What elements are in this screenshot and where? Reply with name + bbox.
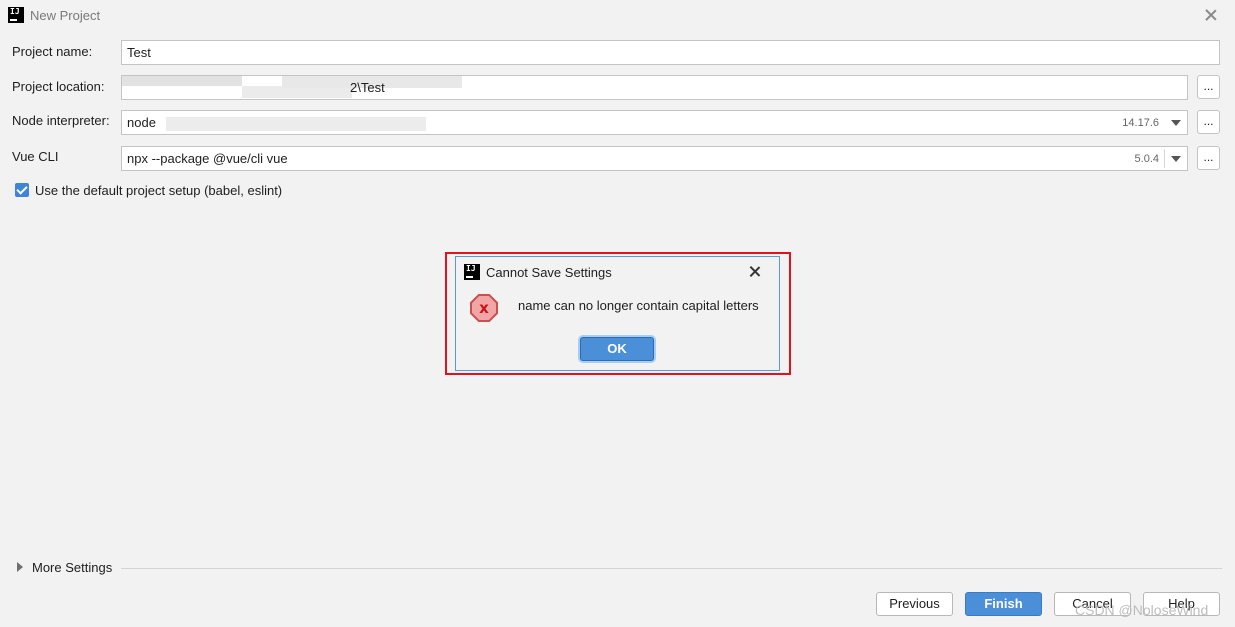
- project-location-browse-button[interactable]: ...: [1197, 75, 1220, 99]
- default-setup-checkbox[interactable]: [15, 183, 29, 197]
- divider: [121, 568, 1222, 569]
- expand-arrow-icon[interactable]: [17, 562, 23, 572]
- watermark: CSDN @NoloseWind: [1075, 602, 1209, 618]
- node-interpreter-browse-button[interactable]: ...: [1197, 110, 1220, 134]
- previous-button[interactable]: Previous: [876, 592, 953, 616]
- error-icon: x: [470, 294, 498, 322]
- chevron-down-icon[interactable]: [1165, 147, 1187, 170]
- ok-button[interactable]: OK: [580, 337, 654, 361]
- node-interpreter-value: node: [127, 115, 156, 130]
- dialog-message: name can no longer contain capital lette…: [518, 298, 759, 313]
- node-version: 14.17.6: [1122, 117, 1159, 129]
- project-name-label: Project name:: [12, 44, 93, 59]
- default-setup-label[interactable]: Use the default project setup (babel, es…: [35, 183, 282, 198]
- vue-cli-version: 5.0.4: [1134, 153, 1159, 165]
- dialog-close-icon[interactable]: [747, 264, 763, 280]
- window-title: New Project: [30, 8, 101, 23]
- dialog-title: Cannot Save Settings: [486, 265, 612, 280]
- node-interpreter-label: Node interpreter:: [12, 113, 110, 128]
- intellij-logo-icon: IJ: [8, 7, 24, 23]
- vue-cli-browse-button[interactable]: ...: [1197, 146, 1220, 170]
- project-location-input[interactable]: 2\Test: [121, 75, 1188, 100]
- vue-cli-select[interactable]: npx --package @vue/cli vue 5.0.4: [121, 146, 1188, 171]
- error-dialog: IJ Cannot Save Settings x name can no lo…: [455, 256, 780, 371]
- chevron-down-icon[interactable]: [1165, 111, 1187, 134]
- intellij-logo-icon: IJ: [464, 264, 480, 280]
- window-titlebar: IJ New Project: [0, 0, 1235, 32]
- window-close-icon[interactable]: [1203, 7, 1219, 23]
- more-settings-toggle[interactable]: More Settings: [32, 560, 112, 575]
- project-name-value: Test: [127, 45, 151, 60]
- vue-cli-value: npx --package @vue/cli vue: [127, 151, 288, 166]
- project-location-value: 2\Test: [350, 80, 385, 95]
- finish-button[interactable]: Finish: [965, 592, 1042, 616]
- vue-cli-label: Vue CLI: [12, 149, 59, 164]
- project-name-input[interactable]: Test: [121, 40, 1220, 65]
- project-location-label: Project location:: [12, 79, 105, 94]
- node-interpreter-select[interactable]: node 14.17.6: [121, 110, 1188, 135]
- redacted-path: [122, 76, 242, 86]
- redacted-path: [166, 117, 426, 131]
